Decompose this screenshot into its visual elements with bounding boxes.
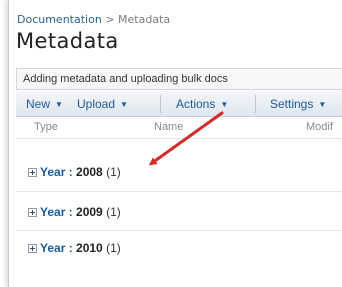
red-arrow-icon bbox=[148, 111, 224, 166]
